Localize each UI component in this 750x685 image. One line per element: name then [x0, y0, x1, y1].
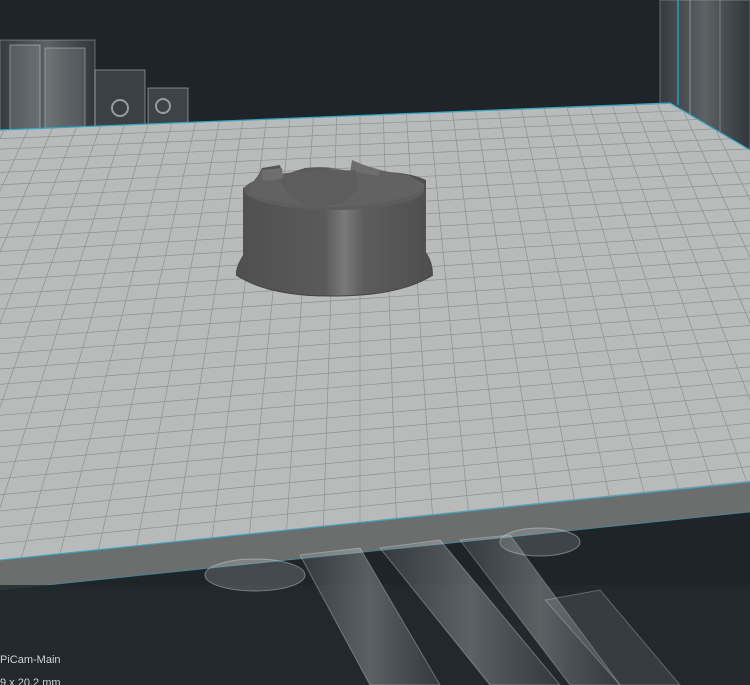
model-picam-main — [235, 160, 434, 297]
object-dimensions: 9 x 20.2 mm — [0, 677, 61, 685]
3d-viewport[interactable]: PiCam-Main 9 x 20.2 mm — [0, 0, 750, 685]
build-plate-scene[interactable] — [0, 0, 750, 685]
object-name: PiCam-Main — [0, 654, 61, 666]
